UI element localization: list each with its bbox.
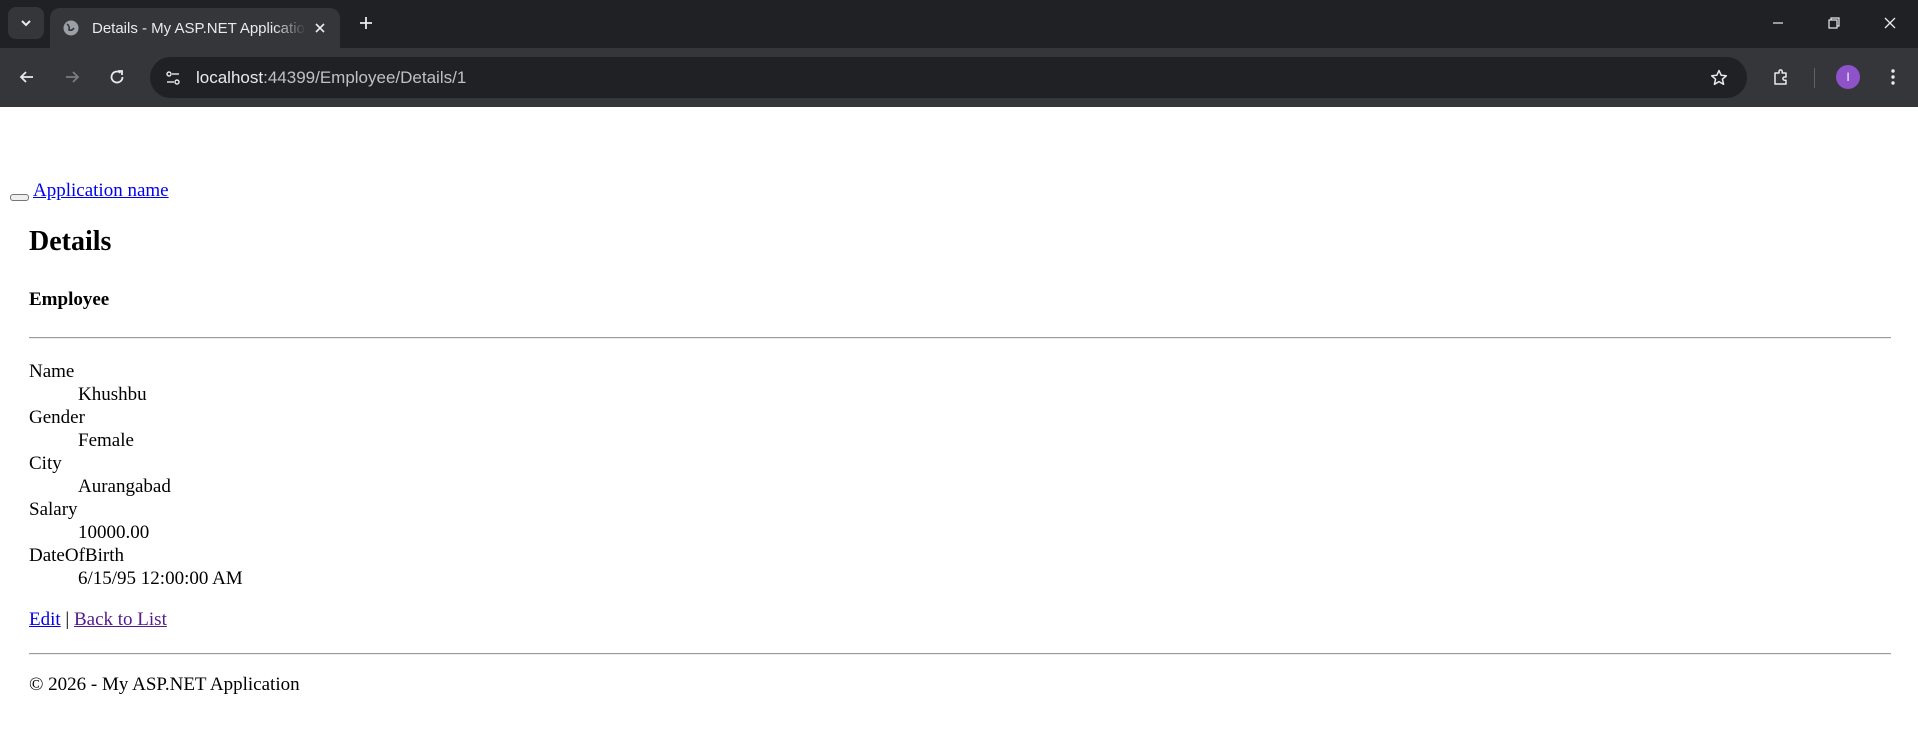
new-tab-button[interactable] [353, 10, 379, 36]
address-bar[interactable]: localhost:44399/Employee/Details/1 [150, 57, 1747, 98]
minimize-icon [1773, 22, 1783, 24]
field-label-dateofbirth: DateOfBirth [29, 545, 124, 566]
details-list: Name Khushbu Gender Female City Aurangab… [29, 360, 243, 590]
page-content: Application name Details Employee Name K… [0, 107, 1918, 735]
profile-avatar[interactable]: I [1836, 65, 1860, 89]
more-vert-icon [1891, 69, 1895, 85]
url-path: :44399/Employee/Details/1 [263, 68, 467, 87]
close-tab-icon[interactable] [310, 18, 330, 38]
url-text: localhost:44399/Employee/Details/1 [196, 68, 466, 88]
brand-link[interactable]: Application name [33, 180, 169, 202]
restore-icon [1828, 17, 1840, 29]
tune-icon [166, 71, 180, 85]
link-separator: | [60, 609, 74, 630]
reload-icon [110, 70, 124, 84]
arrow-right-icon [66, 71, 80, 83]
page-title: Details [29, 226, 112, 257]
toolbar-divider [1814, 68, 1815, 88]
field-label-gender: Gender [29, 407, 85, 428]
browser-toolbar: localhost:44399/Employee/Details/1 I [0, 48, 1918, 107]
globe-icon [62, 19, 80, 37]
chevron-down-icon [21, 20, 31, 27]
plus-icon [360, 17, 372, 29]
field-value-salary: 10000.00 [78, 522, 150, 543]
field-label-salary: Salary [29, 499, 78, 520]
close-window-button[interactable] [1870, 6, 1910, 40]
footer-divider [29, 653, 1891, 655]
navbar-toggle-button[interactable] [10, 194, 29, 201]
tab-title: Details - My ASP.NET Application [92, 19, 306, 37]
field-value-gender: Female [78, 430, 134, 451]
field-label-city: City [29, 453, 62, 474]
divider [29, 337, 1891, 339]
field-value-name: Khushbu [78, 384, 147, 405]
browser-tabstrip: Details - My ASP.NET Application [0, 0, 1918, 48]
field-label-name: Name [29, 361, 75, 382]
bookmark-star-button[interactable] [1707, 66, 1731, 90]
arrow-left-icon [19, 71, 33, 83]
forward-button[interactable] [57, 62, 87, 92]
browser-menu-button[interactable] [1880, 62, 1906, 92]
footer-text: © 2026 - My ASP.NET Application [29, 674, 300, 695]
back-button[interactable] [12, 62, 42, 92]
field-value-dateofbirth: 6/15/95 12:00:00 AM [78, 568, 243, 589]
extensions-button[interactable] [1766, 62, 1796, 92]
reload-button[interactable] [102, 62, 132, 92]
field-value-city: Aurangabad [78, 476, 171, 497]
entity-heading: Employee [29, 289, 110, 310]
url-host: localhost [196, 68, 264, 87]
restore-button[interactable] [1814, 6, 1854, 40]
site-info-button[interactable] [158, 63, 188, 93]
edit-link[interactable]: Edit [29, 609, 61, 630]
minimize-button[interactable] [1758, 6, 1798, 40]
star-icon [1710, 69, 1728, 86]
back-to-list-link[interactable]: Back to List [74, 609, 167, 630]
puzzle-icon [1774, 69, 1787, 85]
browser-tab[interactable]: Details - My ASP.NET Application [50, 8, 340, 48]
close-icon [1884, 17, 1896, 29]
tab-search-button[interactable] [8, 7, 44, 39]
action-links: Edit | Back to List [29, 609, 167, 631]
